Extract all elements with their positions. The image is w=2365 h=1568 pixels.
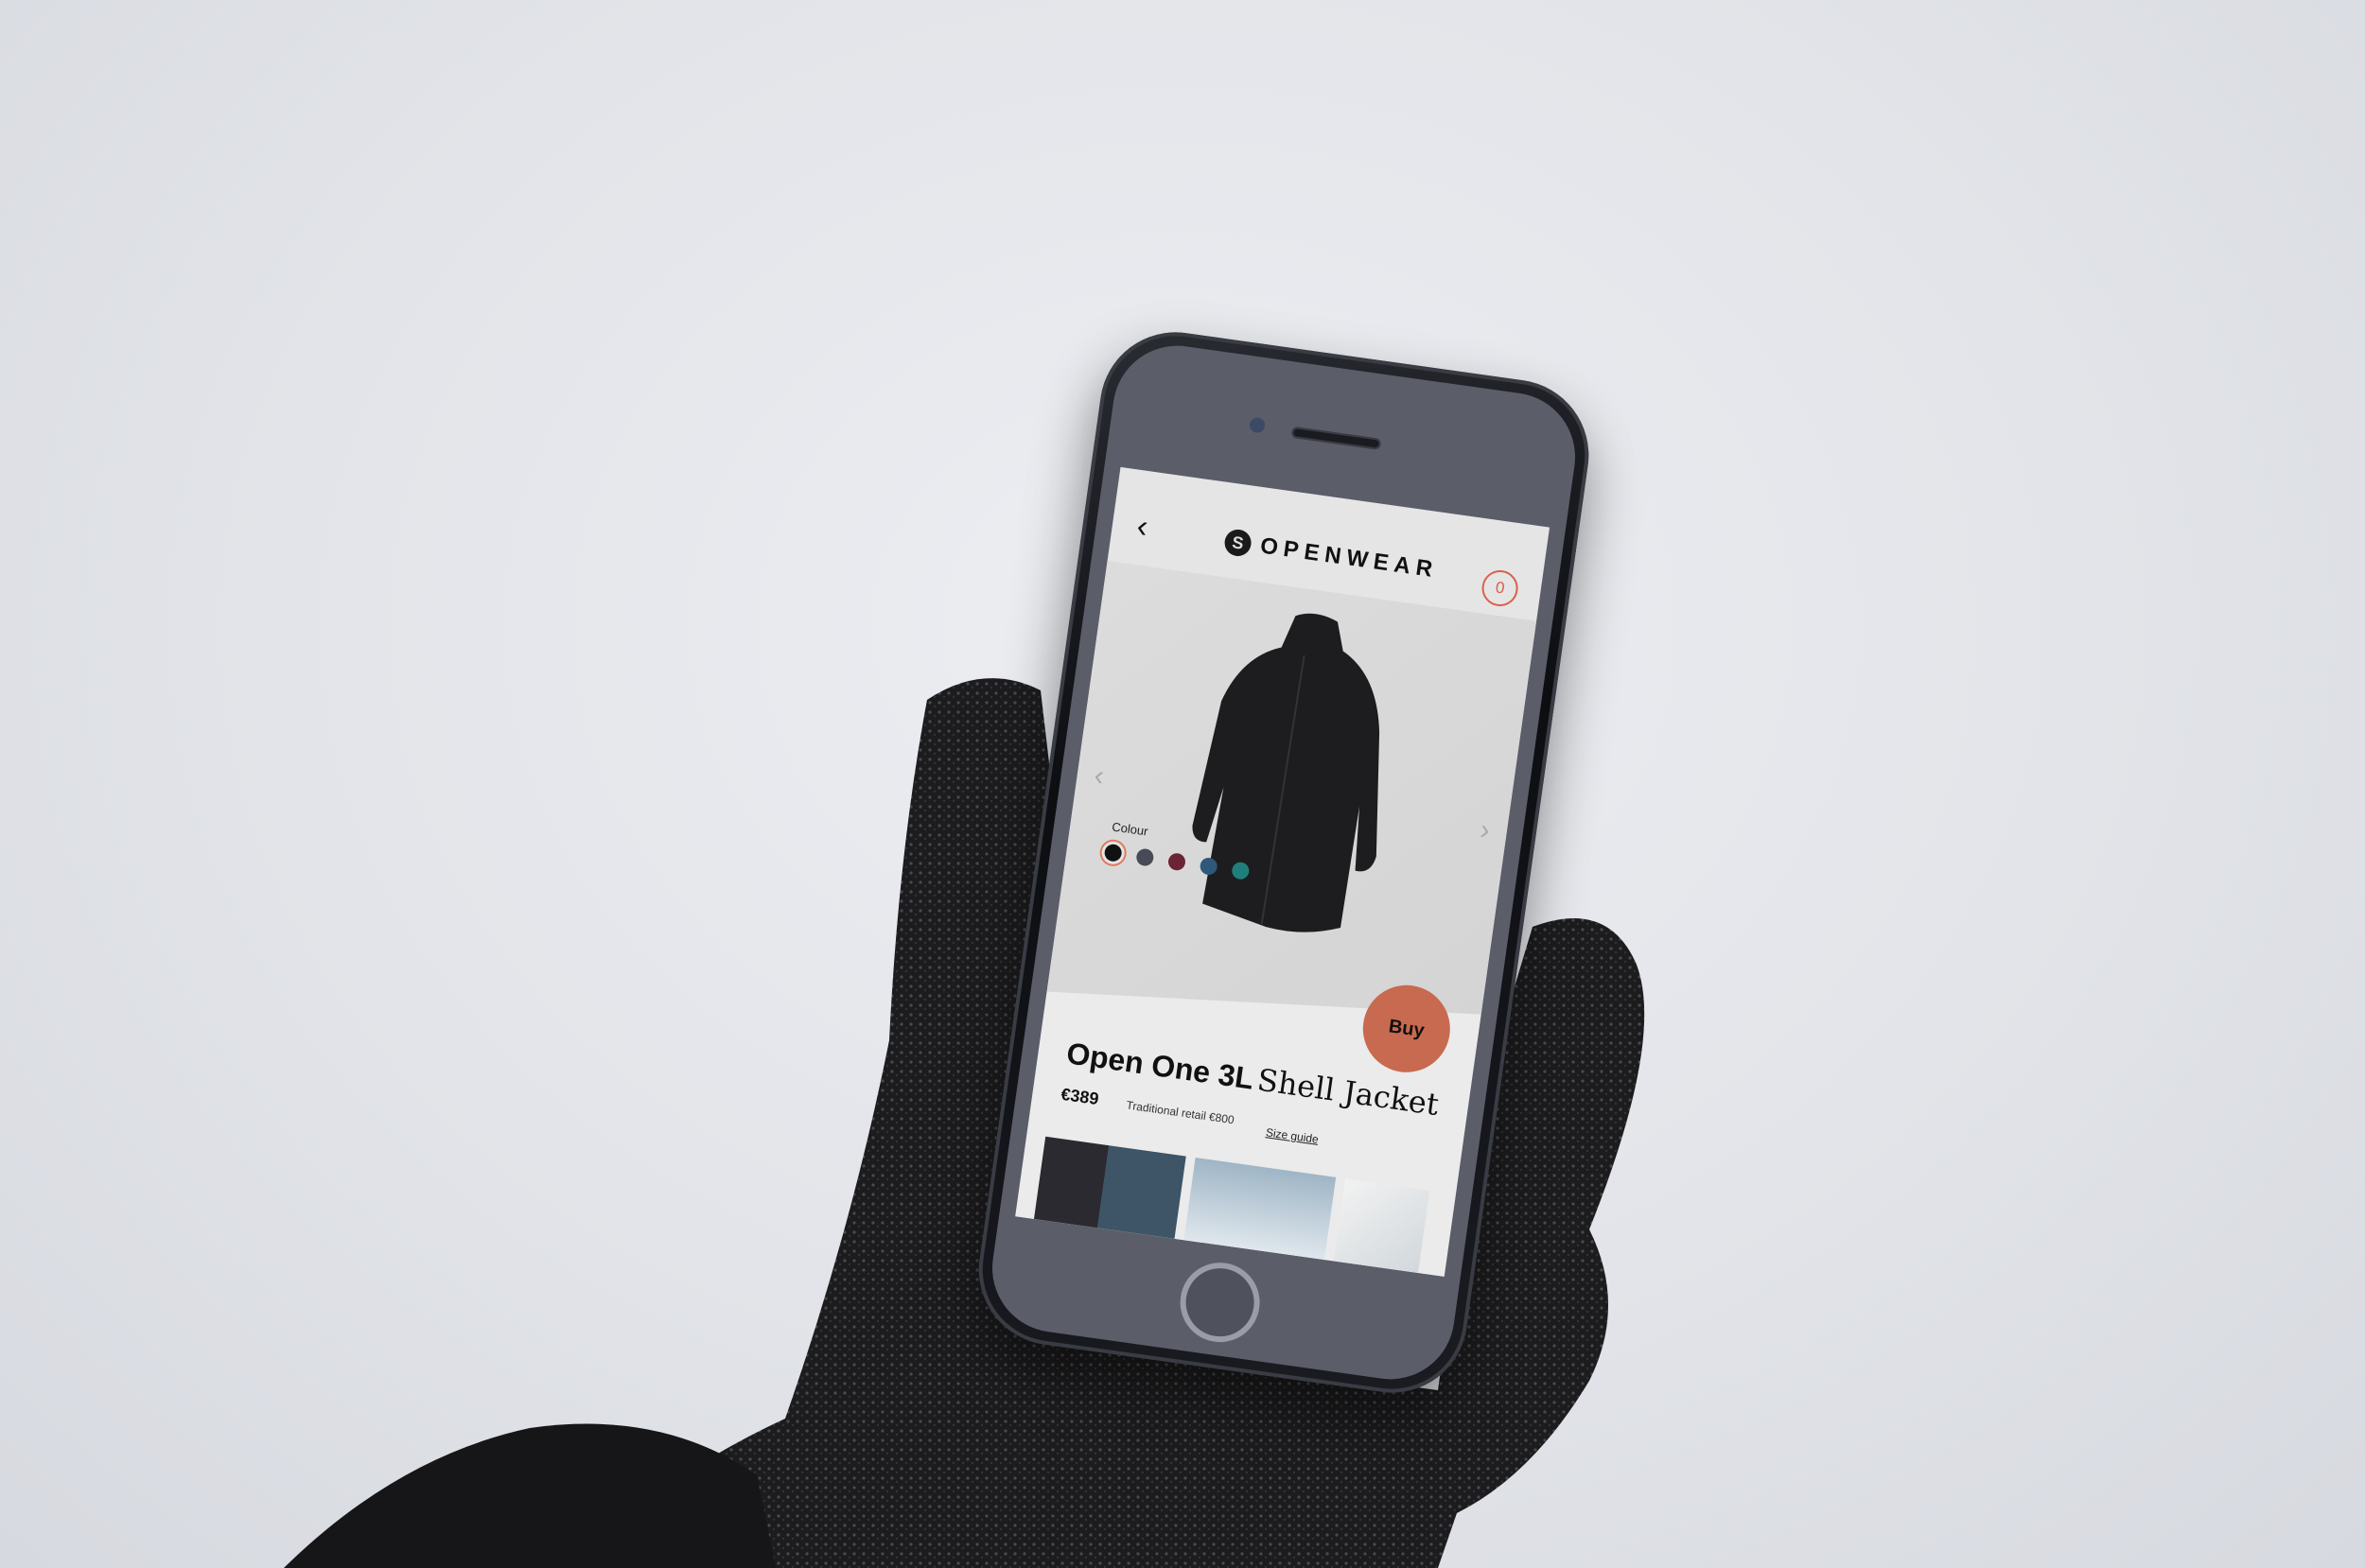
- colour-swatch-blue[interactable]: [1199, 856, 1218, 877]
- jacket-image: [1192, 613, 1380, 932]
- colour-swatch-teal[interactable]: [1231, 861, 1251, 880]
- colour-swatch-black[interactable]: [1103, 843, 1123, 862]
- brand-name: OPENWEAR: [1258, 532, 1440, 584]
- product-image-area: ‹ ›: [1045, 560, 1537, 1062]
- previous-image-button[interactable]: ‹: [1092, 759, 1106, 793]
- back-button[interactable]: ‹: [1134, 508, 1150, 546]
- gallery-photo[interactable]: [1332, 1178, 1430, 1277]
- brand-logo: S OPENWEAR: [1222, 528, 1440, 584]
- colour-swatch-grey[interactable]: [1135, 847, 1155, 867]
- colour-swatch-burgundy[interactable]: [1166, 852, 1187, 872]
- cart-button[interactable]: 0: [1480, 567, 1521, 609]
- next-image-button[interactable]: ›: [1478, 814, 1492, 847]
- logo-icon: S: [1222, 528, 1253, 558]
